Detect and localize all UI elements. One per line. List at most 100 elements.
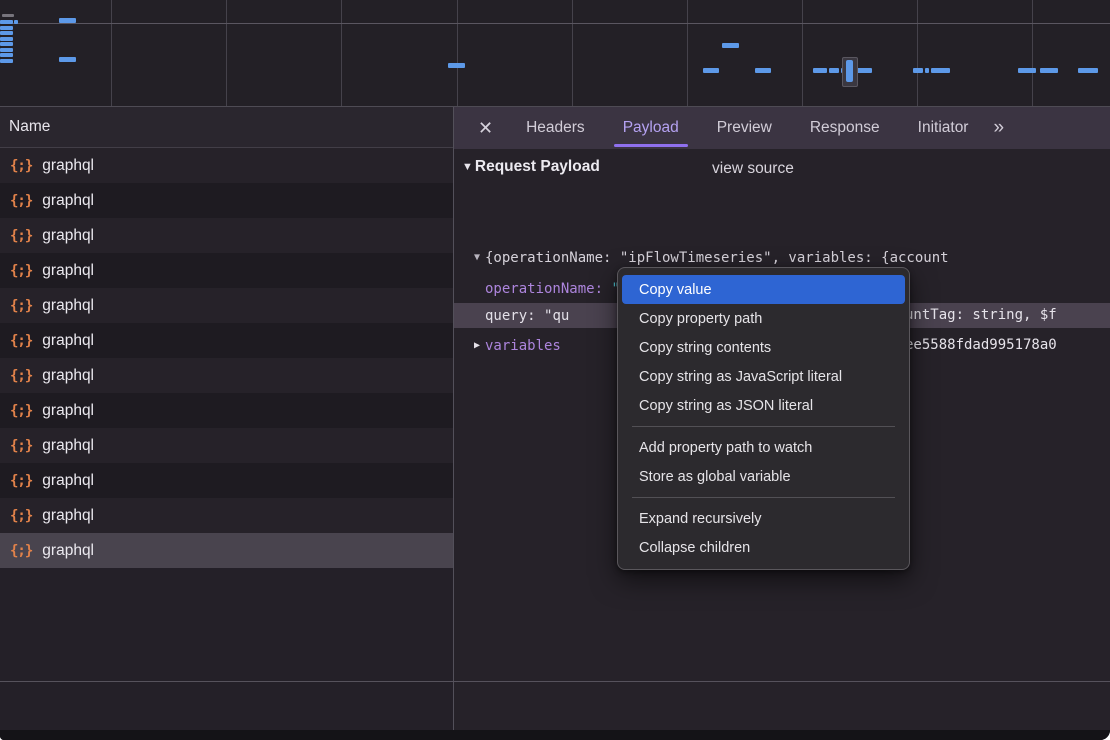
request-name: graphql: [42, 192, 94, 210]
timeline-request-bar: [59, 18, 76, 23]
request-list-panel: Name {;}graphql{;}graphql{;}graphql{;}gr…: [0, 107, 453, 740]
detail-tabbar: ✕ HeadersPayloadPreviewResponseInitiator…: [454, 107, 1110, 149]
json-key: operationName:: [485, 281, 611, 297]
timeline-gridline: [917, 0, 918, 106]
timeline-gray-bar: [2, 14, 14, 17]
timeline-gridline: [1032, 0, 1033, 106]
request-row-graphql[interactable]: {;}graphql: [0, 358, 453, 393]
timeline-request-bar: [0, 31, 13, 35]
tab-response[interactable]: Response: [791, 107, 899, 149]
timeline-request-bar: [703, 68, 719, 73]
request-row-graphql[interactable]: {;}graphql: [0, 148, 453, 183]
timeline-request-bar: [1040, 68, 1058, 73]
request-name: graphql: [42, 437, 94, 455]
json-braces-icon: {;}: [10, 438, 32, 454]
menu-item-copy-string-as-javascript-literal[interactable]: Copy string as JavaScript literal: [622, 362, 905, 391]
request-row-graphql[interactable]: {;} graphql: [0, 253, 453, 288]
menu-divider: [632, 426, 895, 427]
request-name: graphql: [42, 402, 94, 420]
request-row-graphql[interactable]: {;} graphql: [0, 463, 453, 498]
menu-item-copy-string-as-json-literal[interactable]: Copy string as JSON literal: [622, 391, 905, 420]
timeline-request-bar: [913, 68, 923, 73]
menu-divider: [632, 497, 895, 498]
tab-headers[interactable]: Headers: [507, 107, 604, 149]
request-row-graphql[interactable]: {;}graphql: [0, 288, 453, 323]
json-braces-icon: {;}: [10, 193, 32, 209]
timeline-request-bar: [448, 63, 465, 68]
request-name: graphql: [42, 542, 94, 560]
timeline-request-bar: [0, 20, 13, 24]
json-string-value-start: "qu: [544, 308, 569, 324]
timeline-request-bar: [0, 53, 13, 57]
timeline-request-bar: [813, 68, 827, 73]
json-braces-icon: {;}: [10, 158, 32, 174]
tab-payload[interactable]: Payload: [604, 107, 698, 149]
json-braces-icon: {;}: [10, 263, 32, 279]
timeline-request-bar: [0, 59, 13, 63]
context-menu: Copy valueCopy property pathCopy string …: [617, 267, 910, 570]
tab-initiator[interactable]: Initiator: [899, 107, 988, 149]
timeline-gridline: [111, 0, 112, 106]
devtools-window: Name {;}graphql{;}graphql{;}graphql{;}gr…: [0, 0, 1110, 740]
timeline-baseline: [0, 23, 1110, 24]
json-braces-icon: {;}: [10, 298, 32, 314]
json-variables-value-fragment: ee5588fdad995178a0: [905, 337, 1057, 353]
request-row-graphql[interactable]: {;}graphql: [0, 323, 453, 358]
request-row-graphql[interactable]: {;}graphql: [0, 533, 453, 568]
timeline-request-bar: [1078, 68, 1098, 73]
timeline-request-bar: [722, 43, 739, 48]
menu-item-copy-value[interactable]: Copy value: [622, 275, 905, 304]
request-name: graphql: [42, 507, 94, 525]
request-name: graphql: [42, 262, 94, 280]
timeline-request-bar: [0, 48, 13, 52]
json-row-variables[interactable]: ▶ variables: [469, 333, 561, 358]
json-root-preview-text: {operationName: "ipFlowTimeseries", vari…: [485, 250, 949, 266]
json-braces-icon: {;}: [10, 473, 32, 489]
json-row-query[interactable]: query: "qu: [469, 303, 569, 328]
timeline-request-bar: [857, 68, 872, 73]
timeline-request-bar: [829, 68, 839, 73]
timeline-request-bar: [925, 68, 929, 73]
menu-item-copy-string-contents[interactable]: Copy string contents: [622, 333, 905, 362]
request-name: graphql: [42, 227, 94, 245]
json-key: query:: [485, 308, 544, 324]
view-source-link[interactable]: view source: [712, 160, 794, 178]
timeline-gridline: [457, 0, 458, 106]
section-expander-icon[interactable]: ▼: [462, 161, 473, 173]
request-row-graphql[interactable]: {;} graphql: [0, 428, 453, 463]
more-tabs-icon[interactable]: »: [993, 117, 1002, 139]
request-name: graphql: [42, 332, 94, 350]
request-rows: {;} graphql {;} graphql {;} graphql {;} graphql…: [0, 148, 453, 568]
timeline-request-bar: [59, 57, 76, 62]
timeline-request-bar: [1018, 68, 1036, 73]
detail-tabs: HeadersPayloadPreviewResponseInitiator: [507, 107, 987, 149]
request-row-graphql[interactable]: {;}graphql: [0, 218, 453, 253]
network-overview-timeline[interactable]: [0, 0, 1110, 107]
indent-spacer: [469, 283, 485, 294]
menu-item-add-property-path-to-watch[interactable]: Add property path to watch: [622, 433, 905, 462]
timeline-gridline: [802, 0, 803, 106]
timeline-gridline: [341, 0, 342, 106]
indent-spacer: [469, 310, 485, 321]
expander-right-icon[interactable]: ▶: [469, 340, 485, 351]
timeline-request-bar: [0, 26, 13, 30]
menu-item-store-as-global-variable[interactable]: Store as global variable: [622, 462, 905, 491]
menu-item-copy-property-path[interactable]: Copy property path: [622, 304, 905, 333]
json-braces-icon: {;}: [10, 368, 32, 384]
tab-preview[interactable]: Preview: [698, 107, 791, 149]
request-name: graphql: [42, 472, 94, 490]
request-row-graphql[interactable]: {;}graphql: [0, 393, 453, 428]
expander-down-icon[interactable]: ▼: [469, 252, 485, 263]
timeline-request-bar: [931, 68, 950, 73]
request-row-graphql[interactable]: {;} graphql: [0, 183, 453, 218]
menu-item-collapse-children[interactable]: Collapse children: [622, 533, 905, 562]
timeline-request-bar: [755, 68, 771, 73]
timeline-request-bar: [14, 20, 18, 24]
timeline-request-bar: [0, 37, 13, 41]
json-query-value-fragment: untTag: string, $f: [905, 307, 1057, 323]
menu-item-expand-recursively[interactable]: Expand recursively: [622, 504, 905, 533]
request-row-graphql[interactable]: {;}graphql: [0, 498, 453, 533]
close-icon[interactable]: ✕: [478, 119, 493, 137]
name-column-header[interactable]: Name: [0, 107, 453, 148]
request-payload-section-header[interactable]: ▼ Request Payload: [462, 158, 600, 176]
